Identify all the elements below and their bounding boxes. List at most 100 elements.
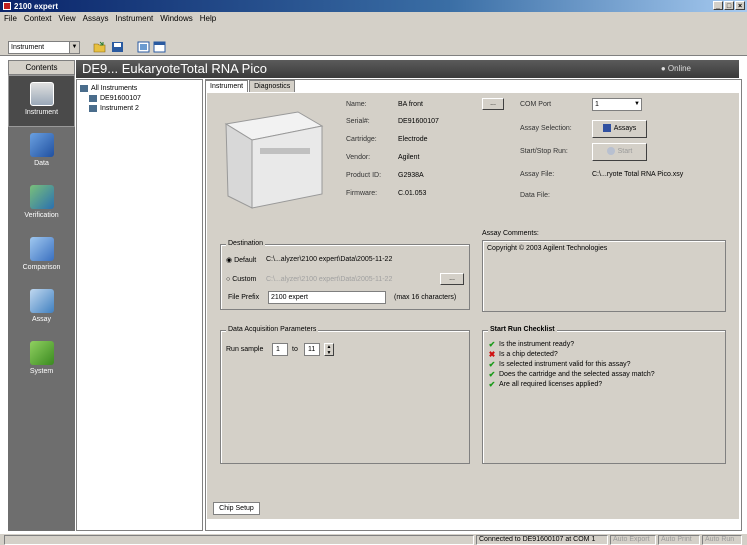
default-radio[interactable]: ◉ Default <box>226 256 256 264</box>
tab-chip-setup[interactable]: Chip Setup <box>213 502 260 515</box>
serial-value: DE91600107 <box>398 118 439 125</box>
checklist-item-text: Is selected instrument valid for this as… <box>499 360 631 368</box>
comparison-icon <box>29 237 54 261</box>
instrument-icon <box>29 82 54 106</box>
app-icon <box>3 2 11 10</box>
tab-strip: Instrument Diagnostics <box>205 80 296 92</box>
assay-comments-box: Copyright © 2003 Agilent Technologies <box>482 240 726 312</box>
firmware-value: C.01.053 <box>398 190 427 197</box>
checklist-item-text: Are all required licenses applied? <box>499 380 603 388</box>
chevron-down-icon[interactable]: ▼ <box>634 99 640 110</box>
online-status: ● Online <box>660 64 691 73</box>
assay-file-label: Assay File: <box>520 171 555 178</box>
default-path: C:\...alyzer\2100 expert\Data\2005-11-22 <box>266 256 393 263</box>
assay-comments-text: Copyright © 2003 Agilent Technologies <box>487 245 608 252</box>
open-folder-icon[interactable] <box>92 40 107 54</box>
run-from-input[interactable]: 1 <box>272 343 288 356</box>
com-port-value: 1 <box>595 101 599 108</box>
file-prefix-hint: (max 16 characters) <box>394 294 457 301</box>
file-prefix-label: File Prefix <box>228 294 260 301</box>
close-button[interactable]: × <box>735 1 745 10</box>
browse-custom-button[interactable]: ... <box>440 273 464 285</box>
tree-item[interactable]: Instrument 2 <box>80 103 199 113</box>
tree-item-label: DE91600107 <box>100 94 141 102</box>
menu-instrument[interactable]: Instrument <box>115 14 153 23</box>
sidebar-item-instrument[interactable]: Instrument <box>8 75 75 127</box>
tree-root-label: All Instruments <box>91 84 138 92</box>
browse-name-button[interactable]: ... <box>482 98 504 110</box>
checklist-item: ✖ Is a chip detected? <box>488 349 655 359</box>
assay-selection-label: Assay Selection: <box>520 125 572 132</box>
sidebar-item-system[interactable]: System <box>8 335 75 387</box>
tree-root[interactable]: All Instruments <box>80 83 199 93</box>
run-to-spinner[interactable]: ▲ ▼ <box>324 343 334 356</box>
menu-view[interactable]: View <box>58 14 75 23</box>
destination-title: Destination <box>226 240 266 247</box>
tab-diagnostics[interactable]: Diagnostics <box>249 80 296 92</box>
context-select[interactable]: Instrument ▼ <box>8 41 80 54</box>
checklist-item: ✔ Is selected instrument valid for this a… <box>488 359 655 369</box>
online-status-label: Online <box>667 64 691 73</box>
cross-icon: ✖ <box>488 349 496 359</box>
instruments-folder-icon <box>80 84 88 92</box>
menu-help[interactable]: Help <box>200 14 216 23</box>
com-port-select[interactable]: 1 ▼ <box>592 98 642 111</box>
minimize-button[interactable]: _ <box>713 1 723 10</box>
run-to-input[interactable]: 11 <box>304 343 320 356</box>
tree-item-label: Instrument 2 <box>100 104 139 112</box>
checklist-item: ✔ Is the instrument ready? <box>488 339 655 349</box>
sidebar-item-label: Data <box>34 160 49 167</box>
menu-assays[interactable]: Assays <box>83 14 109 23</box>
custom-radio-label: Custom <box>232 276 257 283</box>
instrument-node-icon <box>89 104 97 112</box>
checklist-item-text: Is the instrument ready? <box>499 340 575 348</box>
run-to-label: to <box>292 346 298 353</box>
tree-item[interactable]: DE91600107 <box>80 93 199 103</box>
menu-file[interactable]: File <box>4 14 17 23</box>
save-icon[interactable] <box>110 40 125 54</box>
sidebar-item-label: Instrument <box>24 109 59 116</box>
start-button[interactable]: Start <box>592 143 647 161</box>
checklist-item-text: Does the cartridge and the selected assa… <box>499 370 655 378</box>
maximize-button[interactable]: □ <box>724 1 734 10</box>
auto-print-indicator[interactable]: Auto Print <box>658 535 700 545</box>
acquisition-title: Data Acquisition Parameters <box>226 326 319 333</box>
system-icon <box>29 341 54 365</box>
assays-button-label: Assays <box>613 125 637 132</box>
firmware-label: Firmware: <box>346 190 378 197</box>
instrument-image <box>224 111 324 209</box>
checklist-title: Start Run Checklist <box>488 326 557 333</box>
sidebar-item-assay[interactable]: Assay <box>8 283 75 335</box>
sidebar-item-verification[interactable]: Verification <box>8 179 75 231</box>
serial-label: Serial#: <box>346 118 370 125</box>
verification-icon <box>29 185 54 209</box>
start-button-label: Start <box>617 148 633 155</box>
toolbar: Instrument ▼ <box>0 24 747 56</box>
data-icon <box>29 133 54 157</box>
assays-button[interactable]: Assays <box>592 120 647 138</box>
menu-windows[interactable]: Windows <box>160 14 192 23</box>
chevron-down-icon[interactable]: ▼ <box>69 42 79 53</box>
menu-context[interactable]: Context <box>24 14 52 23</box>
window-icon[interactable] <box>152 40 167 54</box>
status-bar: Connected to DE91600107 at COM 1 Auto Ex… <box>0 533 747 545</box>
instrument-node-icon <box>89 94 97 102</box>
sidebar-heading[interactable]: Contents <box>8 60 75 75</box>
sidebar-item-data[interactable]: Data <box>8 127 75 179</box>
file-prefix-input[interactable]: 2100 expert <box>268 291 386 304</box>
run-sample-label: Run sample <box>226 346 264 353</box>
checklist-group: Start Run Checklist ✔ Is the instrument r… <box>482 326 726 464</box>
custom-radio[interactable]: ○ Custom <box>226 276 256 283</box>
contents-sidebar: Contents Instrument Data Verification Co… <box>8 60 75 531</box>
auto-run-indicator[interactable]: Auto Run <box>702 535 742 545</box>
auto-export-indicator[interactable]: Auto Export <box>610 535 656 545</box>
sidebar-item-comparison[interactable]: Comparison <box>8 231 75 283</box>
check-icon: ✔ <box>488 339 496 349</box>
vendor-label: Vendor: <box>346 154 371 161</box>
checklist-item: ✔ Does the cartridge and the selected ass… <box>488 369 655 379</box>
default-radio-label: Default <box>234 257 257 264</box>
tab-instrument[interactable]: Instrument <box>205 80 249 92</box>
layout-icon[interactable] <box>136 40 151 54</box>
vendor-value: Agilent <box>398 154 420 161</box>
checklist-item: ✔ Are all required licenses applied? <box>488 379 655 389</box>
